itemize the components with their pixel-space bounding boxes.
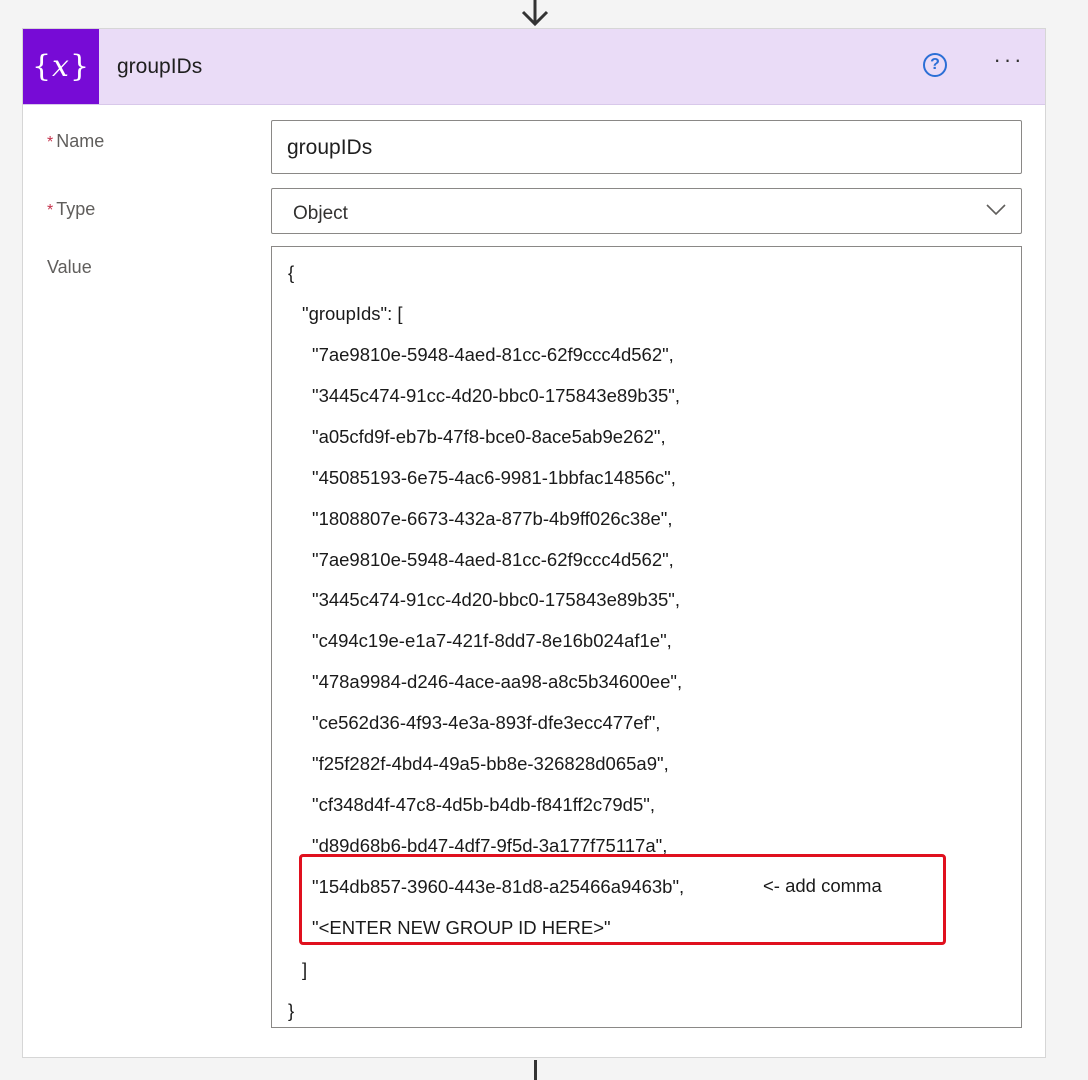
json-group-id-line: "ce562d36-4f93-4e3a-893f-dfe3ecc477ef", [312,712,661,734]
flow-arrow-down-icon [521,0,549,27]
required-marker: * [47,134,54,151]
json-group-id-line: "f25f282f-4bd4-49a5-bb8e-326828d065a9", [312,753,669,774]
json-group-id-line: "7ae9810e-5948-4aed-81cc-62f9ccc4d562", [312,548,674,570]
more-ellipsis-icon[interactable]: ··· [989,49,1029,77]
json-key-line: "groupIds": [ [302,303,403,324]
name-label-text: Name [56,131,105,151]
highlight-box [299,854,946,945]
name-label: * Name [47,131,104,152]
name-input[interactable]: groupIDs [271,120,1022,174]
json-close-bracket: ] [302,959,308,980]
type-label-text: Type [56,199,96,219]
card-title[interactable]: groupIDs [117,55,202,79]
value-textarea[interactable]: { "groupIds": [ "7ae9810e-5948-4aed-81cc… [271,246,1022,1028]
card-header[interactable]: {x} groupIDs ? ··· [23,29,1045,105]
compose-action-card: {x} groupIDs ? ··· * Name groupIDs * Type … [22,28,1046,1058]
type-select-value: Object [293,203,348,224]
json-group-id-line: "cf348d4f-47c8-4d5b-b4db-f841ff2c79d5", [312,793,655,815]
variable-braces-icon: {x} [23,29,99,104]
json-close-brace: } [288,1000,295,1021]
value-label: Value [47,257,92,277]
chevron-down-icon [986,204,1006,216]
required-marker: * [47,202,54,219]
add-comma-note: <- add comma [763,875,882,896]
json-open-brace: { [288,262,295,283]
json-group-id-line: "478a9984-d246-4ace-aa98-a8c5b34600ee", [312,671,683,693]
json-group-id-line: "3445c474-91cc-4d20-bbc0-175843e89b35", [312,589,681,611]
type-label: * Type [47,199,95,220]
json-group-id-line: "45085193-6e75-4ac6-9981-1bbfac14856c", [312,466,676,488]
json-group-id-line: "7ae9810e-5948-4aed-81cc-62f9ccc4d562", [312,344,674,365]
json-group-id-line: "a05cfd9f-eb7b-47f8-bce0-8ace5ab9e262", [312,425,666,447]
type-select[interactable]: Object [271,188,1022,234]
help-circle-icon[interactable]: ? [923,53,947,77]
flow-connector-line [534,1060,537,1080]
json-group-id-line: "1808807e-6673-432a-877b-4b9ff026c38e", [312,507,673,529]
json-group-id-line: "3445c474-91cc-4d20-bbc0-175843e89b35", [312,384,681,406]
json-group-id-line: "c494c19e-e1a7-421f-8dd7-8e16b024af1e", [312,630,672,652]
